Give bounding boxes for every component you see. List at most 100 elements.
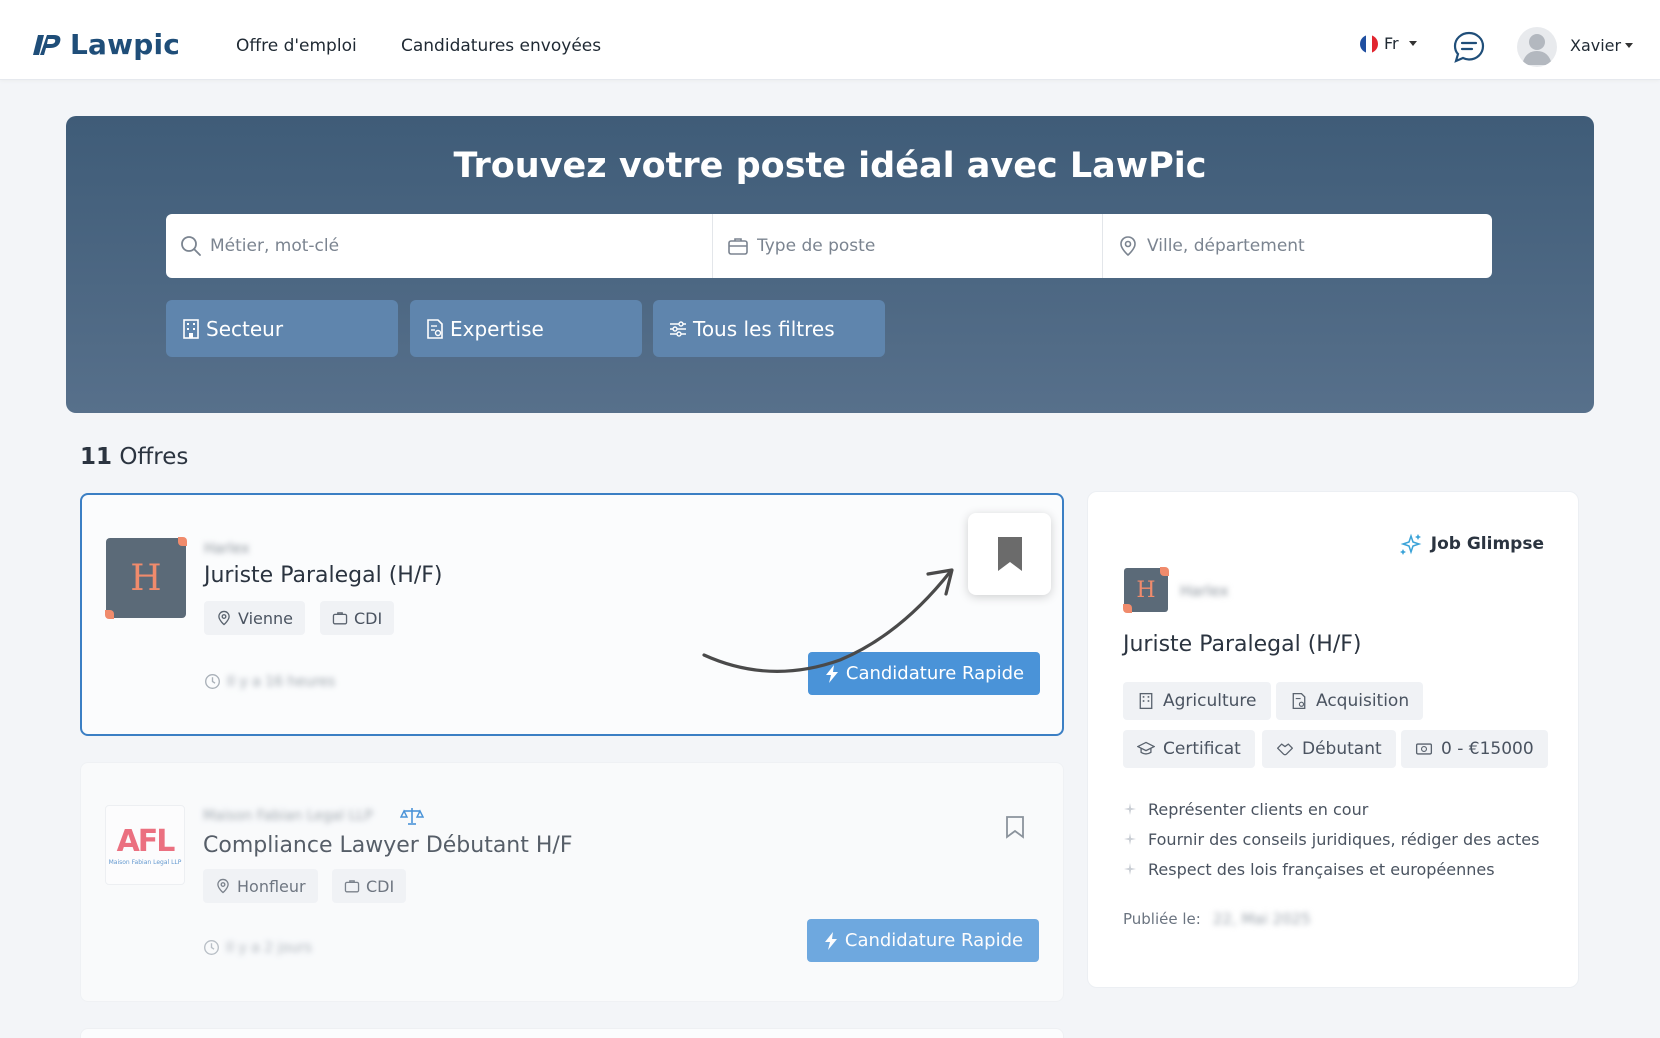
location-label: Honfleur [237, 876, 306, 896]
money-icon [1415, 743, 1433, 755]
job-card[interactable]: H Harlex Juriste Paralegal (H/F) Vienne … [80, 493, 1064, 736]
company-logo: AFL Maison Fabian Legal LLP [105, 805, 185, 885]
expertise-filter-button[interactable]: Expertise [410, 300, 642, 357]
sector-filter-label: Secteur [206, 316, 284, 341]
results-count-number: 11 [80, 444, 113, 470]
user-avatar[interactable] [1517, 27, 1557, 67]
keyword-input[interactable] [210, 236, 510, 256]
location-input[interactable] [1147, 236, 1447, 256]
company-name: Maison Fabian Legal LLP [203, 808, 373, 824]
results-count: 11 Offres [80, 444, 188, 470]
job-card[interactable] [80, 1028, 1064, 1038]
location-tag: Honfleur [203, 869, 318, 903]
lawpic-logo[interactable]: Lawpic [32, 28, 180, 61]
job-highlight-item: Fournir des conseils juridiques, rédiger… [1124, 824, 1539, 854]
posted-time: Il y a 16 heures [204, 673, 335, 690]
job-highlight-text: Respect des lois françaises et européenn… [1148, 859, 1495, 879]
job-card[interactable]: AFL Maison Fabian Legal LLP Maison Fabia… [80, 762, 1064, 1002]
level-chip: Débutant [1262, 730, 1396, 768]
top-navigation-bar: Lawpic Offre d'emploi Candidatures envoy… [0, 0, 1660, 80]
bookmark-button[interactable] [968, 513, 1051, 595]
location-label: Vienne [238, 608, 294, 628]
search-bar [166, 214, 1492, 278]
job-title[interactable]: Compliance Lawyer Débutant H/F [203, 833, 572, 858]
salary-label: 0 - €15000 [1441, 739, 1534, 759]
nav-job-offers[interactable]: Offre d'emploi [236, 36, 357, 56]
user-menu[interactable]: Xavier [1570, 36, 1634, 55]
job-type-search-segment [712, 214, 1102, 278]
all-filters-button[interactable]: Tous les filtres [653, 300, 885, 357]
lightning-icon [825, 664, 838, 683]
sparkle-bullet-icon [1124, 803, 1136, 815]
quick-apply-button[interactable]: Candidature Rapide [808, 652, 1040, 695]
briefcase-icon [332, 612, 348, 625]
location-pin-icon [1120, 236, 1136, 257]
sparkle-bullet-icon [1124, 863, 1136, 875]
job-highlight-text: Représenter clients en cour [1148, 799, 1369, 819]
posted-time-label: Il y a 2 jours [226, 939, 312, 956]
chevron-down-icon [1408, 41, 1417, 46]
published-date: Publiée le: 22, Mai 2025 [1123, 910, 1311, 928]
building-icon [183, 318, 199, 339]
company-logo-subtext: Maison Fabian Legal LLP [108, 859, 182, 866]
verified-scale-icon [400, 808, 424, 825]
company-logo: H [1123, 567, 1169, 613]
nav-applications-sent[interactable]: Candidatures envoyées [401, 36, 601, 56]
user-icon [1522, 34, 1552, 65]
company-logo-text: AFL [116, 824, 176, 859]
search-icon [181, 236, 201, 256]
document-search-icon [427, 318, 443, 339]
quick-apply-label: Candidature Rapide [845, 663, 1025, 684]
sparkles-icon [1399, 533, 1422, 555]
lightning-icon [824, 931, 837, 950]
published-label: Publiée le: [1123, 910, 1201, 928]
sector-chip: Agriculture [1123, 682, 1271, 720]
contract-tag: CDI [332, 869, 407, 903]
company-logo-letter: H [130, 557, 162, 599]
briefcase-icon [728, 238, 748, 255]
salary-chip: 0 - €15000 [1401, 730, 1548, 768]
posted-time: Il y a 2 jours [203, 939, 312, 956]
job-glimpse-title: Job Glimpse [1430, 534, 1544, 554]
location-search-segment [1102, 214, 1492, 278]
keyword-search-segment [166, 214, 712, 278]
quick-apply-button[interactable]: Candidature Rapide [807, 919, 1039, 962]
search-hero: Trouvez votre poste idéal avec LawPic Se… [66, 116, 1594, 413]
bookmark-icon [997, 537, 1022, 571]
expertise-label: Acquisition [1316, 691, 1410, 711]
bookmark-button[interactable] [1000, 812, 1030, 842]
location-pin-icon [218, 610, 230, 626]
published-date-value: 22, Mai 2025 [1212, 910, 1311, 928]
sector-filter-button[interactable]: Secteur [166, 300, 398, 357]
clock-icon [204, 940, 219, 955]
language-selector[interactable]: Fr [1360, 34, 1417, 53]
company-logo-letter: H [1136, 577, 1156, 603]
building-icon [1139, 692, 1153, 710]
sliders-icon [670, 320, 686, 337]
job-highlight-item: Représenter clients en cour [1124, 794, 1539, 824]
all-filters-label: Tous les filtres [693, 316, 835, 341]
education-label: Certificat [1163, 739, 1241, 759]
document-search-icon [1292, 692, 1306, 710]
bookmark-outline-icon [1006, 816, 1024, 839]
job-highlight-text: Fournir des conseils juridiques, rédiger… [1148, 829, 1540, 849]
language-label: Fr [1384, 34, 1399, 53]
location-pin-icon [217, 878, 229, 894]
job-glimpse-panel: Job Glimpse H Harlex Juriste Paralegal (… [1087, 491, 1579, 988]
chevron-down-icon [1625, 43, 1634, 48]
briefcase-icon [344, 880, 360, 893]
contract-label: CDI [354, 608, 383, 628]
username-label: Xavier [1570, 36, 1622, 55]
contract-tag: CDI [320, 601, 395, 635]
job-highlight-item: Respect des lois françaises et européenn… [1124, 854, 1539, 884]
job-title[interactable]: Juriste Paralegal (H/F) [204, 563, 442, 588]
clock-icon [205, 674, 220, 689]
chat-icon[interactable] [1452, 30, 1486, 64]
logo-text: Lawpic [70, 28, 181, 61]
job-type-input[interactable] [757, 236, 1057, 256]
education-chip: Certificat [1123, 730, 1255, 768]
lawpic-logo-icon [33, 34, 61, 55]
company-logo: H [105, 537, 187, 619]
sector-label: Agriculture [1163, 691, 1257, 711]
level-label: Débutant [1302, 739, 1382, 759]
